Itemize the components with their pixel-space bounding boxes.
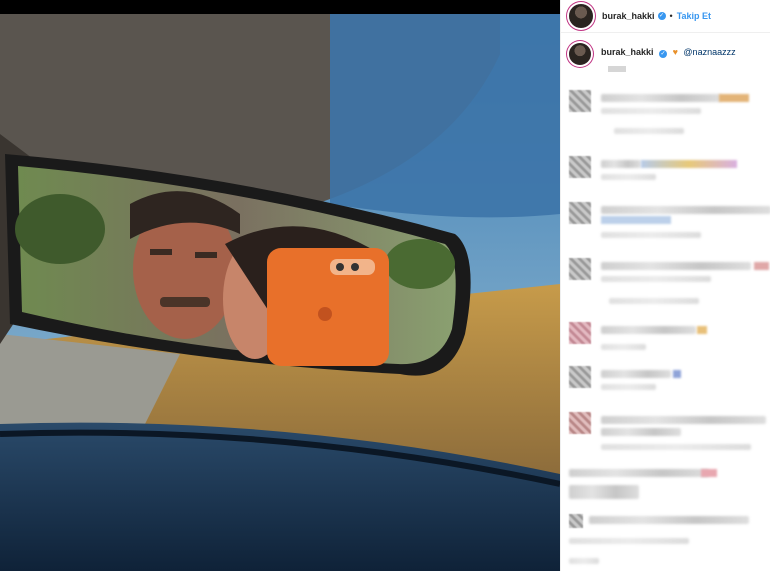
caption-username[interactable]: burak_hakki: [601, 47, 654, 57]
comment-avatar: [569, 322, 591, 344]
caption-author-avatar[interactable]: [569, 43, 591, 65]
caption-text: burak_hakki ✓ ♥ @naznaazzz: [601, 47, 736, 58]
heart-emoji-icon: ♥: [672, 47, 678, 57]
follow-button[interactable]: Takip Et: [677, 11, 711, 21]
caption-mention-link[interactable]: @naznaazzz: [683, 47, 735, 57]
post-photo[interactable]: [0, 14, 560, 571]
author-avatar[interactable]: [569, 4, 593, 28]
car-mirror-selfie-image: [0, 14, 560, 571]
verified-badge-icon: ✓: [659, 50, 668, 58]
header-separator: •: [669, 11, 673, 21]
post-side-panel: burak_hakki ✓ • Takip Et burak_hakki ✓ ♥…: [560, 0, 770, 571]
comment-avatar: [569, 202, 591, 224]
post-header: burak_hakki ✓ • Takip Et: [561, 0, 770, 33]
post-caption: burak_hakki ✓ ♥ @naznaazzz: [561, 33, 770, 65]
comment-avatar: [569, 90, 591, 112]
comment-avatar: [569, 366, 591, 388]
comment-avatar: [569, 514, 583, 528]
comment-avatar: [569, 156, 591, 178]
verified-badge-icon: ✓: [657, 12, 666, 20]
author-username[interactable]: burak_hakki: [602, 11, 655, 21]
caption-timestamp-blurred: [608, 66, 626, 72]
comment-avatar: [569, 412, 591, 434]
comment-avatar: [569, 258, 591, 280]
